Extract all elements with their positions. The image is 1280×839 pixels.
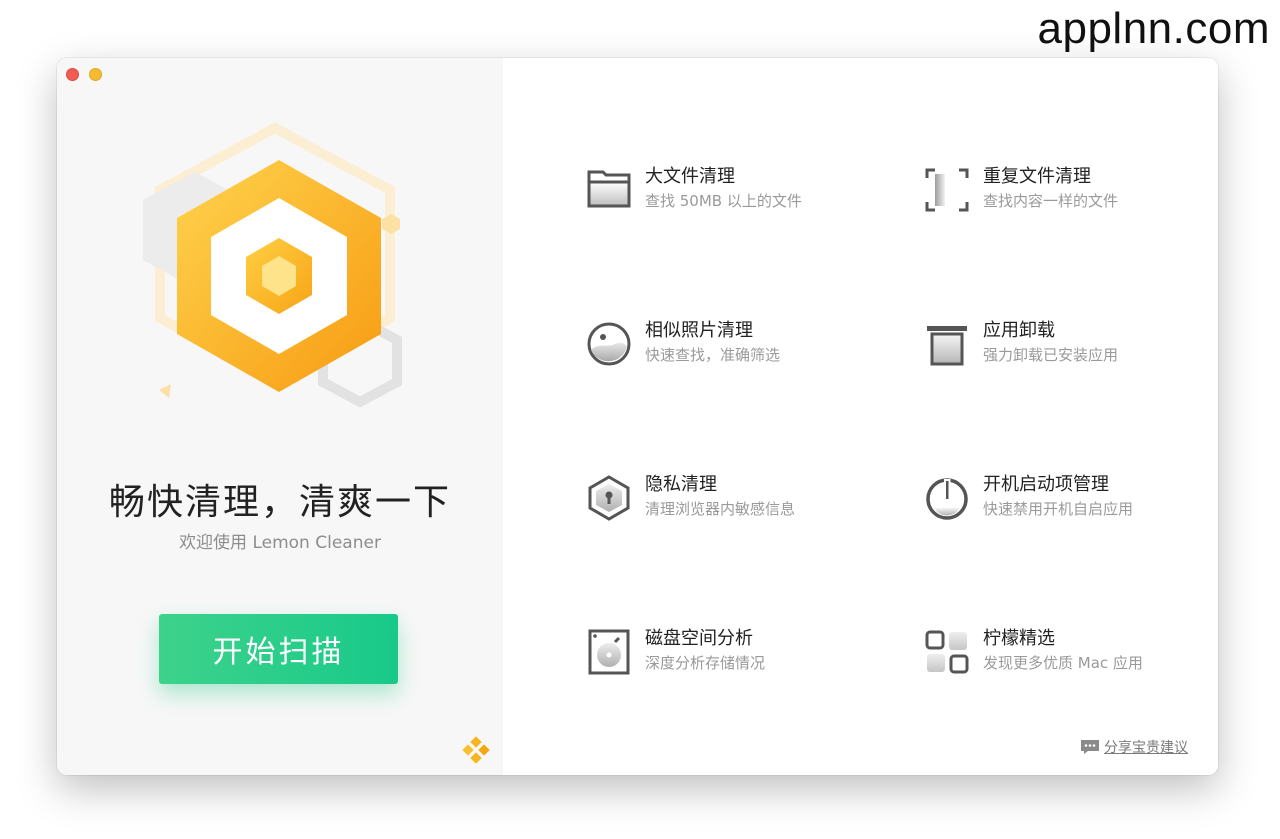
feature-title: 隐私清理	[645, 474, 717, 495]
feedback-label: 分享宝贵建议	[1104, 740, 1188, 756]
feature-description: 查找 50MB 以上的文件	[645, 192, 802, 210]
headline: 畅快清理，清爽一下	[108, 482, 451, 523]
feature-title: 大文件清理	[645, 166, 735, 187]
feature-description: 查找内容一样的文件	[983, 192, 1119, 210]
hexagon-logo-illustration	[143, 122, 402, 408]
feature-disk-space-analysis[interactable]: 磁盘空间分析 深度分析存储情况	[585, 628, 885, 688]
feature-description: 快速禁用开机自启应用	[983, 500, 1134, 518]
feedback-link[interactable]: 分享宝贵建议	[1080, 737, 1188, 757]
feature-duplicate-file-cleanup[interactable]: 重复文件清理 查找内容一样的文件	[923, 166, 1218, 226]
feature-similar-photo-cleanup[interactable]: 相似照片清理 快速查找，准确筛选	[585, 320, 885, 380]
feature-description: 强力卸载已安装应用	[983, 346, 1119, 364]
welcome-subtitle: 欢迎使用 Lemon Cleaner	[179, 533, 381, 553]
start-scan-button[interactable]: 开始扫描	[159, 614, 398, 684]
lemon-brand-icon	[462, 736, 490, 764]
photo-circle-icon	[587, 322, 631, 366]
chat-bubble-icon	[1081, 740, 1099, 754]
minimize-window-button[interactable]	[89, 68, 102, 81]
power-icon	[926, 478, 968, 520]
feature-description: 发现更多优质 Mac 应用	[983, 654, 1143, 672]
duplicate-frame-icon	[925, 168, 969, 212]
feature-description: 快速查找，准确筛选	[645, 346, 781, 364]
feature-startup-items[interactable]: 开机启动项管理 快速禁用开机自启应用	[923, 474, 1218, 534]
left-pane: 畅快清理，清爽一下 欢迎使用 Lemon Cleaner 开始扫描	[57, 58, 503, 775]
feature-title: 磁盘空间分析	[645, 628, 753, 649]
feature-description: 深度分析存储情况	[645, 654, 766, 672]
feature-title: 重复文件清理	[983, 166, 1091, 187]
feature-app-uninstall[interactable]: 应用卸载 强力卸载已安装应用	[923, 320, 1218, 380]
feature-privacy-cleanup[interactable]: 隐私清理 清理浏览器内敏感信息	[585, 474, 885, 534]
app-window: 畅快清理，清爽一下 欢迎使用 Lemon Cleaner 开始扫描 大文件清理 …	[57, 58, 1218, 775]
feature-large-file-cleanup[interactable]: 大文件清理 查找 50MB 以上的文件	[585, 166, 885, 226]
right-pane: 大文件清理 查找 50MB 以上的文件 重复文件清理 查找内容一样的文件 相似照…	[503, 58, 1218, 775]
folder-icon	[587, 170, 631, 208]
feature-title: 柠檬精选	[983, 628, 1055, 649]
lock-hexagon-icon	[588, 475, 630, 521]
feature-title: 应用卸载	[983, 320, 1055, 341]
apps-grid-icon	[925, 630, 969, 674]
watermark-text: applnn.com	[1037, 4, 1270, 53]
feature-title: 相似照片清理	[645, 320, 753, 341]
trash-icon	[927, 326, 967, 366]
disk-icon	[588, 629, 630, 675]
feature-description: 清理浏览器内敏感信息	[645, 500, 796, 518]
feature-title: 开机启动项管理	[983, 474, 1109, 495]
feature-lemon-picks[interactable]: 柠檬精选 发现更多优质 Mac 应用	[923, 628, 1218, 688]
close-window-button[interactable]	[66, 68, 79, 81]
